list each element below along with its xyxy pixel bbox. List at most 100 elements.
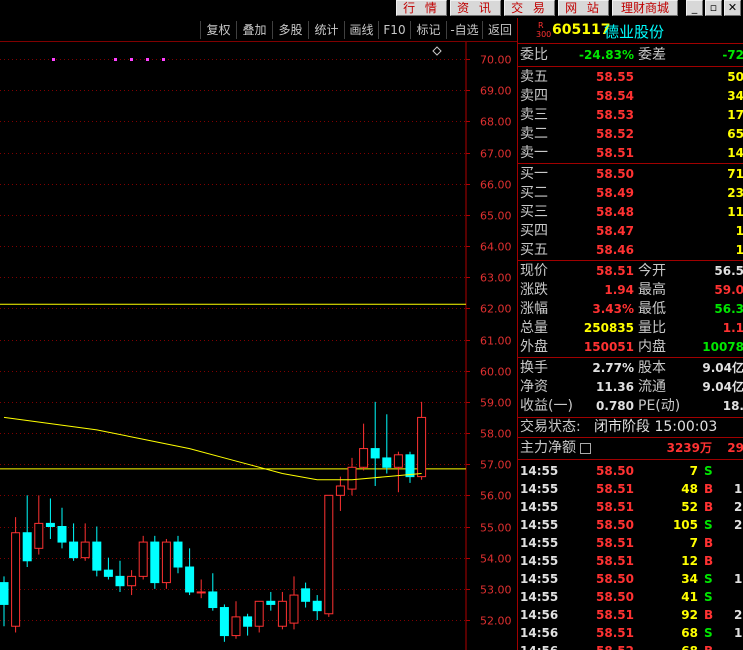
candle-body [22,532,32,562]
tick-row[interactable]: 14:56 58.51 68 S 1 [518,624,743,642]
restore-icon[interactable]: ▫ [705,0,722,16]
list-icon[interactable] [580,443,591,454]
toolbar-mark-button[interactable]: 标记 [410,21,446,39]
toolbar-overlay-button[interactable]: 叠加 [236,21,272,39]
tick-count: 1 [734,482,743,496]
tick-row[interactable]: 14:55 58.50 105 S 2 [518,516,743,534]
y-tick-label: 65.00 [480,210,512,223]
tick-time: 14:55 [520,590,559,604]
stat-row: 涨跌 1.94 最高 59.0 [518,281,743,300]
weicha-value: -72 [722,48,743,62]
menu-wealth-mall[interactable]: 理财商城 [612,0,678,16]
ask-row[interactable]: 卖二 58.52 65 [518,125,743,144]
bid-row[interactable]: 买二 58.49 23 [518,184,743,203]
candle-body [347,466,357,490]
menu-news[interactable]: 资 讯 [450,0,501,16]
toolbar-back-button[interactable]: 返回 [482,21,517,39]
candle-body [0,582,9,605]
y-tick-label: 67.00 [480,148,512,161]
stat-value: 9.04亿 [702,380,743,394]
tick-direction: S [704,626,713,640]
tick-count: 1 [734,572,743,586]
y-tick-label: 54.00 [480,553,512,566]
y-tick-label: 64.00 [480,241,512,254]
y-tick-label: 57.00 [480,459,512,472]
toolbar-f10-button[interactable]: F10 [378,21,410,39]
weibi-label: 委比 [520,47,548,63]
quote-panel: R 300 605117 德业股份 委比 -24.83% 委差 -72 卖五 58… [517,18,743,650]
tick-direction: S [704,464,713,478]
candle-body [196,591,206,594]
stat-row: 净资 11.36 流通 9.04亿 [518,378,743,397]
candle-body [34,522,44,549]
tick-row[interactable]: 14:55 58.51 12 B [518,552,743,570]
tick-row[interactable]: 14:55 58.50 34 S 1 [518,570,743,588]
bid-label: 买一 [520,166,548,182]
ask-label: 卖五 [520,69,548,85]
toolbar-remove-watchlist-button[interactable]: -自选 [446,21,482,39]
y-tick-label: 70.00 [480,54,512,67]
tick-row[interactable]: 14:55 58.50 41 S [518,588,743,606]
tick-volume: 7 [689,536,698,550]
tick-row[interactable]: 14:55 58.50 7 S [518,462,743,480]
ask-row[interactable]: 卖五 58.55 50 [518,68,743,87]
candle-body [208,591,218,609]
tick-row[interactable]: 14:55 58.51 7 B [518,534,743,552]
candle-body [57,526,67,543]
stat-label: 收益(一) [520,398,573,414]
y-tick-label: 66.00 [480,179,512,192]
kline-chart-svg[interactable]: 70.00 69.00 68.00 67.00 66.00 65.00 64.00 63.00… [0,42,517,650]
tick-time: 14:55 [520,500,559,514]
main-force-row[interactable]: 主力净额 3239万 29 [518,439,743,458]
kline-chart[interactable]: 70.00 69.00 68.00 67.00 66.00 65.00 64.00 63.00… [0,42,517,650]
toolbar-multi-stock-button[interactable]: 多股 [272,21,308,39]
toolbar-draw-line-button[interactable]: 画线 [344,21,378,39]
stat-value: 18. [722,399,743,413]
stat-label: 最高 [638,282,666,298]
menu-trade[interactable]: 交 易 [504,0,555,16]
stat-value: 58.51 [596,264,634,278]
bid-label: 买二 [520,185,548,201]
tick-volume: 7 [689,464,698,478]
tick-volume: 41 [681,590,698,604]
toolbar-fuquan-button[interactable]: 复权 [200,21,236,39]
ask-row[interactable]: 卖一 58.51 14 [518,144,743,163]
tick-count: 2 [734,518,743,532]
bid-label: 买五 [520,242,548,258]
stat-label: 股本 [638,360,666,376]
menu-website[interactable]: 网 站 [558,0,609,16]
minimize-icon[interactable]: _ [686,0,703,16]
tick-row[interactable]: 14:55 58.51 52 B 2 [518,498,743,516]
divider [518,66,743,67]
bid-row[interactable]: 买四 58.47 1 [518,222,743,241]
board-badge-top: R [538,21,544,30]
tick-time: 14:56 [520,642,558,650]
tick-volume: 68 [681,626,698,640]
bid-row[interactable]: 买三 58.48 11 [518,203,743,222]
toolbar-statistics-button[interactable]: 统计 [308,21,344,39]
diamond-icon [432,46,442,56]
ask-price: 58.55 [596,70,634,84]
ask-price: 58.51 [596,146,634,160]
bid-row[interactable]: 买五 58.46 1 [518,241,743,260]
main-force-value: 3239万 [666,441,712,455]
bid-volume: 1 [735,224,743,238]
close-icon[interactable]: ✕ [724,0,741,16]
tick-row[interactable]: 14:56 58.52 68 B [518,642,743,650]
stock-name[interactable]: 德业股份 [604,21,664,42]
bid-volume: 71 [727,167,743,181]
ask-row[interactable]: 卖四 58.54 34 [518,87,743,106]
stat-value: 11.36 [596,380,634,394]
ask-label: 卖四 [520,88,548,104]
candle-body [266,600,276,605]
ask-volume: 50 [727,70,743,84]
y-tick-label: 53.00 [480,584,512,597]
bid-row[interactable]: 买一 58.50 71 [518,165,743,184]
tick-row[interactable]: 14:55 58.51 48 B 1 [518,480,743,498]
bid-label: 买四 [520,223,548,239]
tick-row[interactable]: 14:56 58.51 92 B 2 [518,606,743,624]
ask-row[interactable]: 卖三 58.53 17 [518,106,743,125]
divider [518,459,743,460]
tick-price: 58.51 [596,500,634,514]
menu-market[interactable]: 行 情 [396,0,447,16]
